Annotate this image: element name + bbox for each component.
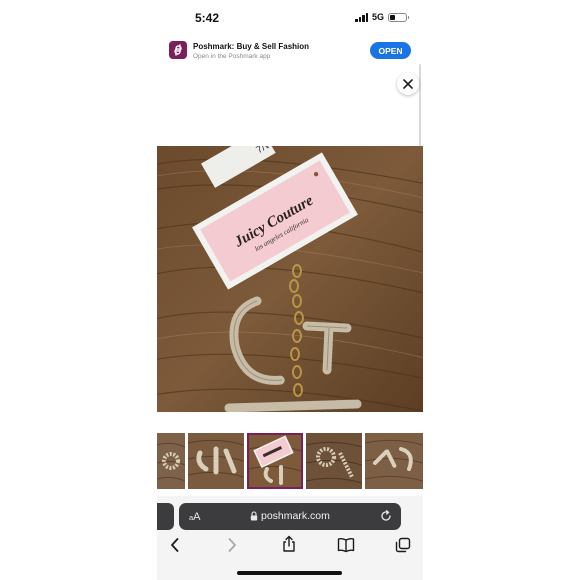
share-icon[interactable]: [281, 535, 297, 553]
phone-screen: 5:42 5G Poshmark: Buy & Sell Fashion Ope…: [157, 0, 423, 580]
product-main-image[interactable]: 7/W Juicy Couture los angeles california: [157, 146, 423, 412]
back-icon[interactable]: [168, 537, 182, 553]
smart-app-banner: Poshmark: Buy & Sell Fashion Open in the…: [157, 36, 423, 64]
status-time: 5:42: [195, 11, 220, 25]
text-size-button[interactable]: aA: [189, 511, 201, 523]
banner-subtitle: Open in the Poshmark app: [193, 53, 271, 60]
open-app-button[interactable]: OPEN: [370, 42, 411, 59]
signal-icon: [355, 12, 368, 22]
close-button[interactable]: [397, 73, 419, 95]
network-label: 5G: [371, 12, 384, 22]
thumbnail-strip: [157, 433, 423, 489]
home-indicator[interactable]: [237, 571, 342, 575]
browser-toolbar: aA poshmark.com: [157, 496, 423, 580]
poshmark-logo-icon[interactable]: [169, 41, 187, 59]
battery-icon: [388, 12, 409, 22]
forward-icon[interactable]: [225, 537, 239, 553]
previous-tab-peek[interactable]: [157, 503, 174, 530]
thumbnail[interactable]: [306, 433, 362, 489]
status-indicators: 5G: [355, 12, 409, 22]
tabs-icon[interactable]: [395, 537, 411, 553]
bookmarks-icon[interactable]: [337, 537, 355, 553]
close-icon: [403, 79, 413, 89]
thumbnail[interactable]: [157, 433, 185, 489]
reload-icon[interactable]: [380, 510, 392, 522]
url-text: poshmark.com: [261, 510, 330, 522]
thumbnail[interactable]: [188, 433, 244, 489]
thumbnail[interactable]: [365, 433, 423, 489]
banner-app-name: Poshmark: Buy & Sell Fashion: [193, 42, 310, 51]
thumbnail-selected[interactable]: [247, 433, 303, 489]
scrollbar[interactable]: [419, 64, 421, 146]
address-bar[interactable]: aA poshmark.com: [179, 503, 401, 530]
lock-icon: [250, 511, 258, 521]
